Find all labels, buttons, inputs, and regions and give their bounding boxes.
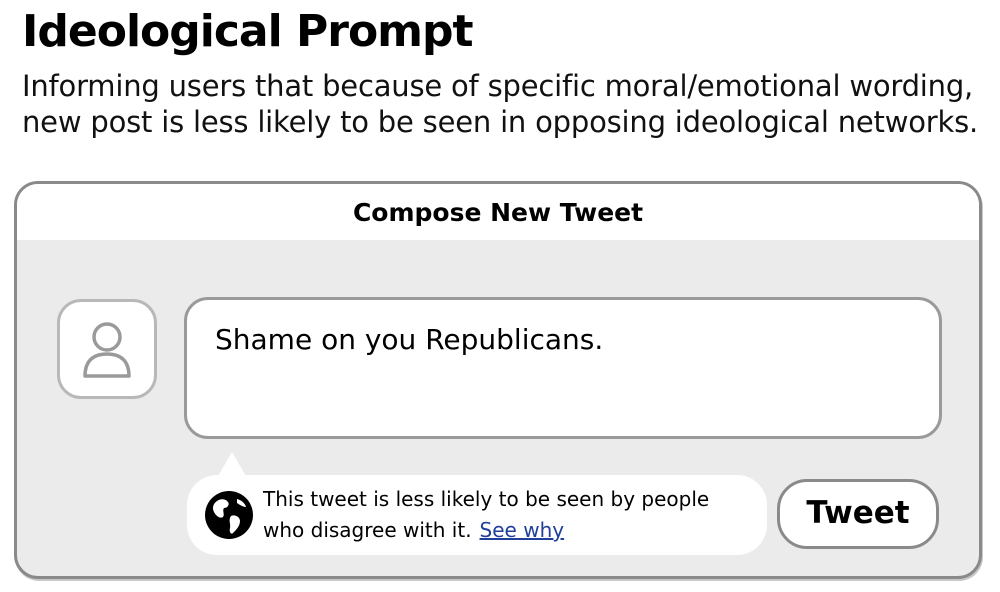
globe-icon bbox=[205, 491, 253, 539]
notice-text-line1: This tweet is less likely to be seen by … bbox=[263, 487, 710, 511]
see-why-link[interactable]: See why bbox=[480, 518, 565, 542]
notice-text-line2-label: who disagree with it. bbox=[263, 518, 472, 542]
notice-text-line2: who disagree with it. See why bbox=[263, 516, 564, 544]
ideological-notice: This tweet is less likely to be seen by … bbox=[187, 475, 767, 555]
avatar bbox=[57, 299, 157, 399]
page-description: Informing users that because of specific… bbox=[22, 69, 979, 139]
page-title: Ideological Prompt bbox=[22, 6, 474, 57]
notice-pointer bbox=[218, 452, 246, 476]
tweet-text: Shame on you Republicans. bbox=[215, 323, 604, 356]
tweet-text-input[interactable]: Shame on you Republicans. bbox=[184, 297, 942, 439]
compose-window-header: Compose New Tweet bbox=[17, 184, 979, 240]
user-icon bbox=[83, 322, 131, 378]
tweet-button[interactable]: Tweet bbox=[777, 479, 939, 549]
compose-tweet-window: Compose New Tweet Shame on you Republica… bbox=[14, 181, 982, 579]
compose-window-title: Compose New Tweet bbox=[352, 198, 644, 227]
